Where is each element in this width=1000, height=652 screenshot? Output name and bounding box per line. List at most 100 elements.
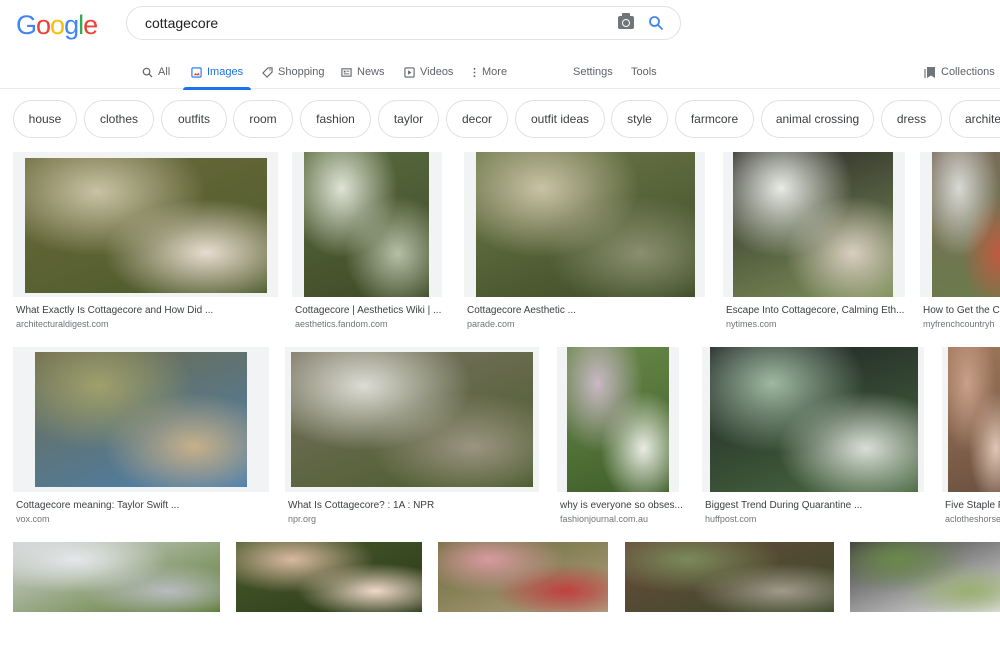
result-thumbnail[interactable]	[625, 542, 834, 612]
search-box[interactable]	[126, 6, 681, 40]
image-result-card[interactable]: Biggest Trend During Quarantine ... huffp…	[702, 347, 924, 532]
result-source: huffpost.com	[705, 514, 757, 524]
chip[interactable]: style	[611, 100, 668, 138]
image-result-card[interactable]: What Exactly Is Cottagecore and How Did …	[13, 152, 278, 337]
image-result-card[interactable]	[625, 542, 834, 652]
result-thumbnail[interactable]	[13, 542, 220, 612]
result-source: vox.com	[16, 514, 50, 524]
result-title[interactable]: Cottagecore | Aesthetics Wiki | ...	[295, 305, 445, 316]
more-vert-icon	[473, 67, 476, 77]
search-input[interactable]	[143, 14, 587, 32]
tab-images[interactable]: Images	[182, 62, 252, 90]
chip[interactable]: outfit ideas	[515, 100, 605, 138]
image-result-card[interactable]: why is everyone so obses... fashionjourna…	[557, 347, 682, 532]
chip[interactable]: animal crossing	[761, 100, 874, 138]
chip[interactable]: taylor	[378, 100, 439, 138]
image-result-card[interactable]: Cottagecore | Aesthetics Wiki | ... aesth…	[292, 152, 442, 337]
result-title[interactable]: Five Staple P	[945, 500, 1000, 511]
result-title[interactable]: Escape Into Cottagecore, Calming Eth...	[726, 305, 908, 316]
result-title[interactable]: Biggest Trend During Quarantine ...	[705, 500, 927, 511]
result-source: parade.com	[467, 319, 515, 329]
result-thumbnail[interactable]	[236, 542, 422, 612]
bookmark-icon	[924, 66, 935, 78]
chip[interactable]: archite	[949, 100, 1000, 138]
chip[interactable]: farmcore	[675, 100, 754, 138]
tools-label: Tools	[631, 66, 657, 78]
result-source: fashionjournal.com.au	[560, 514, 649, 524]
tab-news[interactable]: News	[341, 62, 385, 82]
result-image	[35, 352, 247, 487]
search-icon	[142, 67, 153, 78]
image-result-card[interactable]	[13, 542, 220, 652]
chip[interactable]: fashion	[300, 100, 371, 138]
image-result-card[interactable]: What Is Cottagecore? : 1A : NPR npr.org	[285, 347, 539, 532]
image-result-card[interactable]: Five Staple P aclotheshorse	[942, 347, 1000, 532]
result-thumbnail[interactable]	[702, 347, 924, 492]
tab-videos[interactable]: Videos	[404, 62, 453, 82]
search-tabs: All Images Shopping News Videos More Set…	[0, 56, 1000, 90]
chip[interactable]: clothes	[84, 100, 154, 138]
result-title[interactable]: why is everyone so obses...	[560, 500, 682, 511]
chip[interactable]: outfits	[161, 100, 227, 138]
image-result-card[interactable]	[850, 542, 1000, 652]
chip[interactable]: house	[13, 100, 77, 138]
tab-label: More	[482, 66, 508, 78]
tab-more[interactable]: More	[472, 62, 507, 82]
result-image	[438, 542, 608, 612]
logo-letter: e	[83, 10, 98, 40]
tab-label: Shopping	[278, 66, 325, 78]
result-thumbnail[interactable]	[464, 152, 705, 297]
result-image	[476, 152, 695, 297]
result-thumbnail[interactable]	[557, 347, 679, 492]
related-chips: house clothes outfits room fashion taylo…	[0, 100, 1000, 140]
result-title[interactable]: Cottagecore Aesthetic ...	[467, 305, 708, 316]
result-thumbnail[interactable]	[285, 347, 539, 492]
result-source: architecturaldigest.com	[16, 319, 109, 329]
image-result-card[interactable]: Cottagecore Aesthetic ... parade.com	[464, 152, 705, 337]
result-image	[291, 352, 533, 487]
chip[interactable]: dress	[881, 100, 942, 138]
play-icon	[404, 66, 415, 78]
camera-icon[interactable]	[618, 13, 634, 29]
tab-all[interactable]: All	[142, 62, 170, 82]
tab-label: Videos	[420, 66, 454, 78]
result-title[interactable]: What Exactly Is Cottagecore and How Did …	[16, 305, 281, 316]
result-image	[932, 152, 1000, 297]
result-image	[236, 542, 422, 612]
image-result-card[interactable]: How to Get the C myfrenchcountryh	[920, 152, 1000, 337]
result-thumbnail[interactable]	[920, 152, 1000, 297]
result-title[interactable]: What Is Cottagecore? : 1A : NPR	[288, 500, 542, 511]
result-title[interactable]: How to Get the C	[923, 305, 1000, 316]
image-result-card[interactable]: Escape Into Cottagecore, Calming Eth... n…	[723, 152, 905, 337]
result-thumbnail[interactable]	[723, 152, 905, 297]
result-thumbnail[interactable]	[438, 542, 608, 612]
chip[interactable]: room	[233, 100, 293, 138]
settings-link[interactable]: Settings	[573, 62, 613, 82]
result-image	[25, 158, 267, 293]
tag-icon	[262, 66, 273, 78]
image-result-card[interactable]	[236, 542, 422, 652]
tab-label: News	[357, 66, 385, 78]
result-thumbnail[interactable]	[292, 152, 442, 297]
image-result-card[interactable]	[438, 542, 608, 652]
result-source: myfrenchcountryh	[923, 319, 995, 329]
result-image	[948, 347, 1000, 492]
result-thumbnail[interactable]	[13, 347, 269, 492]
collections-link[interactable]: Collections	[924, 62, 995, 82]
result-title[interactable]: Cottagecore meaning: Taylor Swift ...	[16, 500, 272, 511]
google-logo[interactable]: Google	[16, 10, 98, 41]
image-result-card[interactable]: Cottagecore meaning: Taylor Swift ... vox…	[13, 347, 269, 532]
result-source: aclotheshorse	[945, 514, 1000, 524]
tab-shopping[interactable]: Shopping	[262, 62, 325, 82]
tab-label: All	[158, 66, 171, 78]
image-icon	[191, 66, 202, 78]
result-thumbnail[interactable]	[942, 347, 1000, 492]
result-thumbnail[interactable]	[13, 152, 278, 297]
result-thumbnail[interactable]	[850, 542, 1000, 612]
chip[interactable]: decor	[446, 100, 508, 138]
logo-letter: G	[16, 10, 37, 40]
logo-letter: o	[50, 10, 65, 40]
search-icon[interactable]	[648, 15, 664, 31]
result-image	[304, 152, 429, 297]
tools-link[interactable]: Tools	[631, 62, 657, 82]
